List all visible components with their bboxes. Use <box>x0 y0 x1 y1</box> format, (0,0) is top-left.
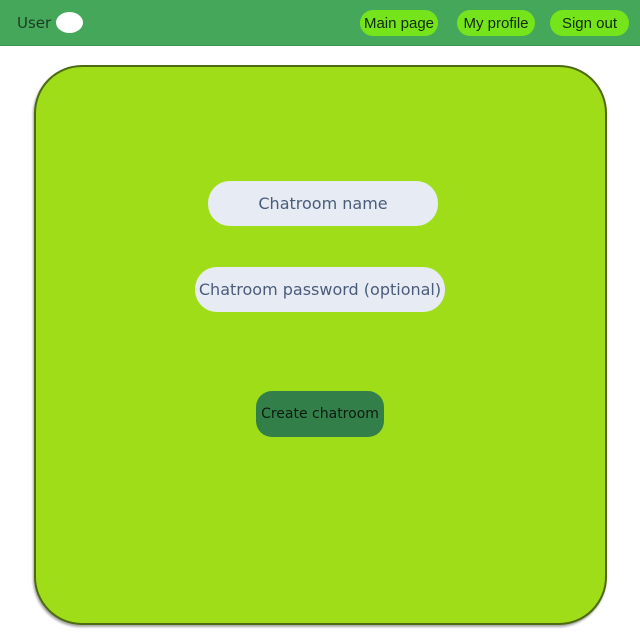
sign-out-button[interactable]: Sign out <box>550 10 629 36</box>
chatroom-password-input[interactable] <box>195 267 445 312</box>
create-chatroom-button[interactable]: Create chatroom <box>256 391 384 437</box>
top-navigation-bar: User Main page My profile Sign out <box>0 0 640 46</box>
create-chatroom-panel <box>34 65 607 625</box>
main-page-button[interactable]: Main page <box>360 10 438 36</box>
user-label: User <box>17 13 52 32</box>
avatar[interactable] <box>56 12 84 33</box>
user-indicator: User <box>17 12 84 33</box>
chatroom-name-input[interactable] <box>208 181 438 226</box>
my-profile-button[interactable]: My profile <box>457 10 535 36</box>
